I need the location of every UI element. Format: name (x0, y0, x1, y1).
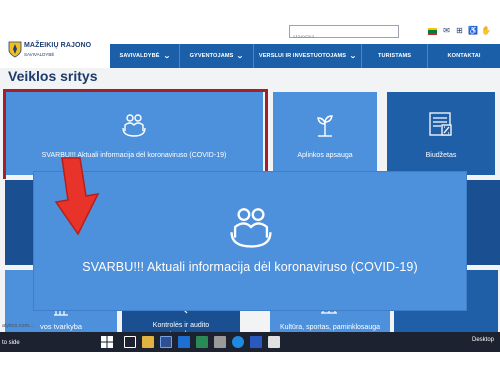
main-navigation: SAVIVALDYBĖ ⌄ GYVENTOJAMS ⌄ VERSLUI IR INV… (110, 44, 500, 68)
tile-partial-left[interactable] (5, 180, 33, 265)
app-icon[interactable] (214, 336, 226, 348)
nav-item-savivaldybe[interactable]: SAVIVALDYBĖ ⌄ (110, 44, 180, 68)
utility-bar: ✉ ⊞ ♿ ✋ (0, 20, 500, 44)
tile-label: Biudžetas (425, 152, 457, 159)
nav-item-verslui[interactable]: VERSLUI IR INVESTUOTOJAMS ⌄ (254, 44, 362, 68)
below-taskbar-area (0, 352, 500, 375)
nav-item-turistams[interactable]: TURISTAMS (362, 44, 428, 68)
tile-label-line1: Kontrolės ir audito (152, 322, 210, 329)
tile-partial-right[interactable] (466, 180, 500, 265)
tile-biudzetas[interactable]: Biudžetas (387, 92, 495, 175)
search-box[interactable] (289, 25, 399, 44)
status-url: alytics.com... (2, 323, 34, 329)
logo-subtitle[interactable]: SAVIVALDYBĖ (24, 52, 54, 57)
nav-label: GYVENTOJAMS (189, 53, 234, 59)
chevron-down-icon: ⌄ (236, 53, 245, 60)
page-title: Veiklos sritys (8, 68, 98, 84)
zoomed-tile-label: SVARBU!!! Aktuali informacija dėl korona… (82, 260, 418, 274)
site-header: MAŽEIKIŲ RAJONO SAVIVALDYBĖ SAVIVALDYBĖ ⌄… (0, 38, 500, 68)
screenshot-frame: ✉ ⊞ ♿ ✋ MAŽEIKIŲ RAJONO SAVIVALDYBĖ SAVI… (0, 0, 500, 375)
windows-start-icon[interactable] (100, 335, 114, 349)
budget-document-icon (429, 112, 452, 136)
task-view-icon[interactable] (124, 336, 136, 348)
chevron-down-icon: ⌄ (349, 53, 358, 60)
chevron-down-icon: ⌄ (162, 53, 171, 60)
windows-taskbar: Desktop (0, 332, 500, 352)
email-icon[interactable]: ✉ (442, 26, 451, 35)
nav-label: TURISTAMS (377, 53, 412, 59)
app-icon[interactable] (196, 336, 208, 348)
outlook-icon[interactable] (178, 336, 190, 348)
sitemap-icon[interactable]: ⊞ (455, 26, 464, 35)
highlight-frame (3, 89, 268, 179)
lithuanian-flag-icon[interactable] (428, 28, 437, 35)
notepad-icon[interactable] (268, 336, 280, 348)
file-explorer-icon[interactable] (142, 336, 154, 348)
nav-label: SAVIVALDYBĖ (119, 53, 160, 59)
tray-desktop-label[interactable]: Desktop (472, 337, 494, 343)
sign-language-icon[interactable]: ✋ (481, 26, 491, 35)
coat-of-arms-icon[interactable] (8, 41, 22, 58)
tile-aplinka[interactable]: Aplinkos apsauga (273, 92, 377, 175)
plant-icon (317, 115, 333, 137)
edge-icon[interactable] (232, 336, 244, 348)
nav-label: VERSLUI IR INVESTUOTOJAMS (258, 53, 347, 59)
status-address: to side (2, 340, 20, 346)
photoshop-icon[interactable] (160, 336, 172, 348)
nav-item-gyventojams[interactable]: GYVENTOJAMS ⌄ (180, 44, 254, 68)
tile-label: Kultūra, sportas, paminklosauga (280, 324, 380, 331)
tile-label: Aplinkos apsauga (297, 152, 353, 159)
red-arrow-icon (54, 157, 100, 236)
accessibility-icon[interactable]: ♿ (468, 26, 478, 35)
family-care-icon (230, 208, 272, 248)
word-icon[interactable] (250, 336, 262, 348)
nav-label: KONTAKTAI (447, 53, 481, 59)
logo-title[interactable]: MAŽEIKIŲ RAJONO (24, 42, 91, 49)
nav-item-kontaktai[interactable]: KONTAKTAI (428, 44, 500, 68)
